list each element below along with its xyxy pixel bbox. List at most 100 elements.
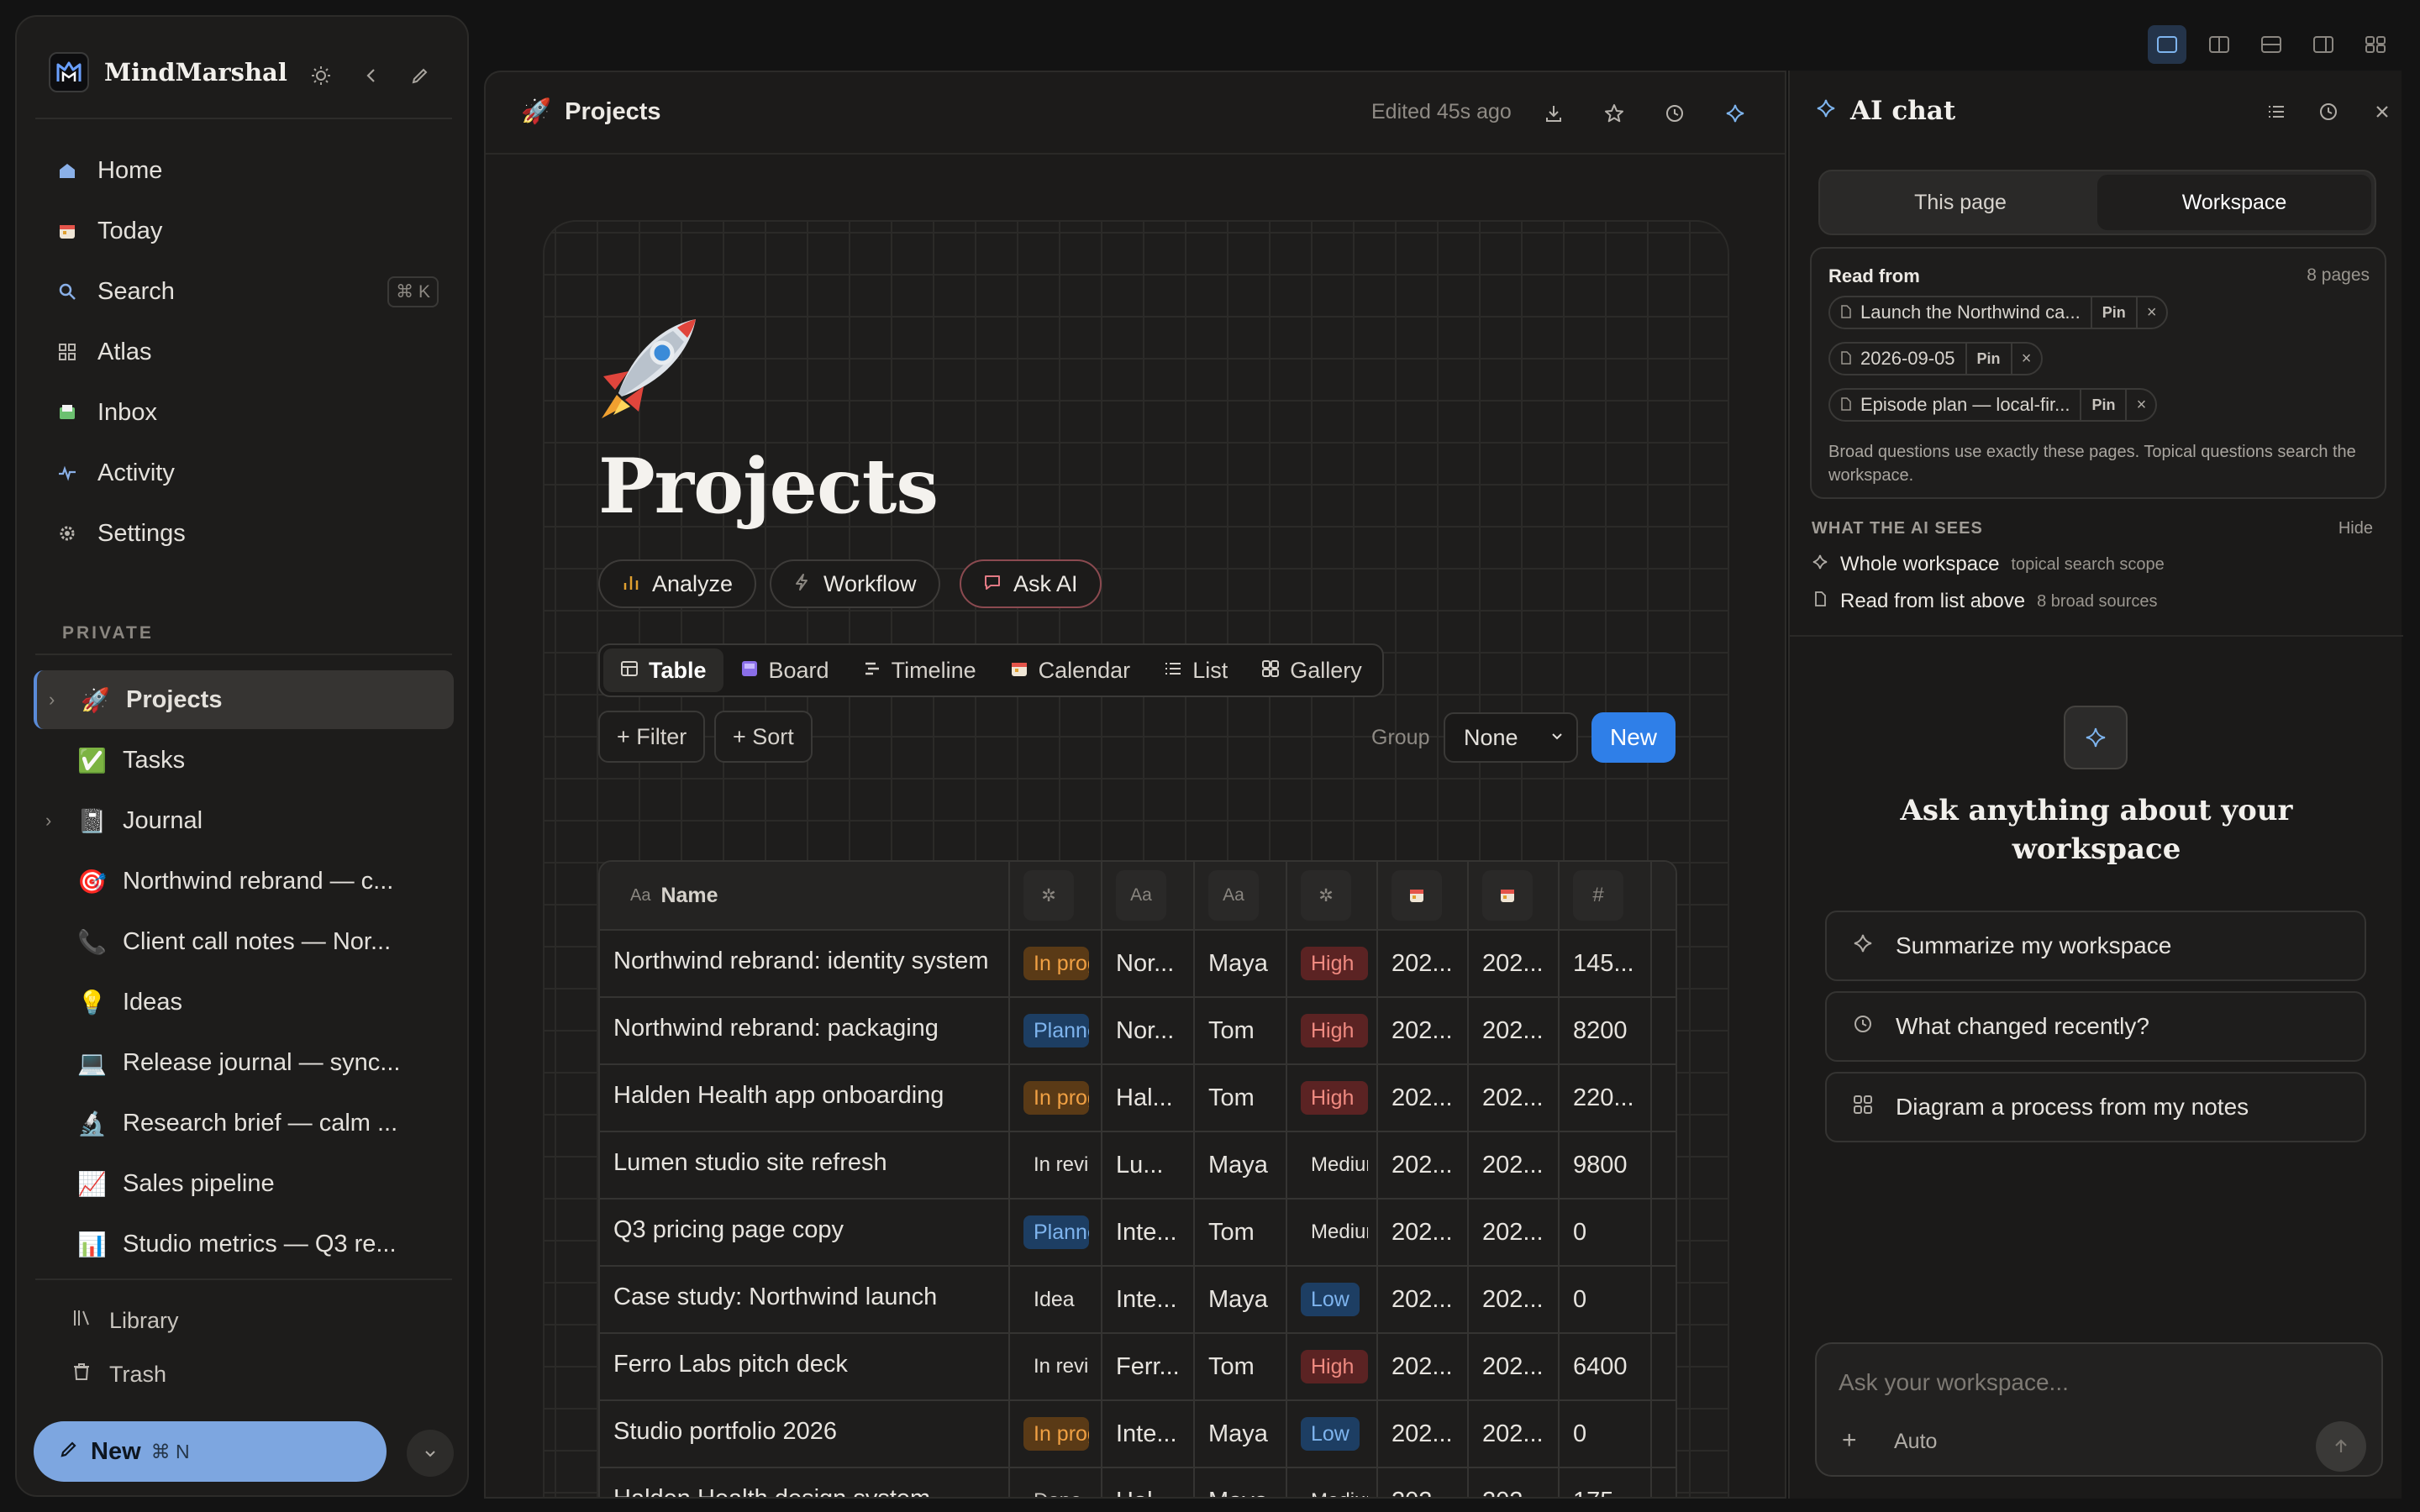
scope-this-page[interactable]: This page	[1823, 175, 2097, 230]
cell-owner[interactable]: Maya	[1195, 931, 1287, 996]
split-vertical-layout-icon[interactable]	[2200, 25, 2238, 64]
nav-today[interactable]: Today	[35, 205, 450, 257]
cell-budget[interactable]: 0	[1560, 1401, 1652, 1467]
cell-start-date[interactable]: 202...	[1378, 1065, 1469, 1131]
cell-name[interactable]: Halden Health design system	[600, 1468, 1010, 1497]
cell-name[interactable]: Lumen studio site refresh	[600, 1132, 1010, 1198]
hide-button[interactable]: Hide	[2338, 519, 2373, 538]
new-page-button[interactable]: New ⌘ N	[34, 1421, 387, 1482]
cell-name[interactable]: Northwind rebrand: packaging	[600, 998, 1010, 1063]
tab-table[interactable]: Table	[603, 648, 723, 692]
plus-icon[interactable]: +	[1842, 1426, 1857, 1455]
cell-start-date[interactable]: 202...	[1378, 931, 1469, 996]
star-icon[interactable]	[1597, 96, 1632, 131]
column-header-start[interactable]	[1378, 862, 1469, 929]
column-header-due[interactable]	[1469, 862, 1560, 929]
new-row-button[interactable]: New	[1591, 712, 1676, 763]
sidebar-page-item[interactable]: › 🚀 Projects	[34, 670, 454, 729]
tab-board[interactable]: Board	[723, 648, 846, 692]
cell-due-date[interactable]: 202...	[1469, 931, 1560, 996]
cell-priority[interactable]: Medium	[1287, 1200, 1378, 1265]
sidebar-page-item[interactable]: 🎯 Northwind rebrand — c...	[34, 852, 454, 911]
cell-due-date[interactable]: 202...	[1469, 1065, 1560, 1131]
cell-status[interactable]: In review	[1010, 1334, 1102, 1399]
cell-status[interactable]: In review	[1010, 1132, 1102, 1198]
cell-status[interactable]: Planned	[1010, 1200, 1102, 1265]
table-row[interactable]: Halden Health app onboarding In progress H…	[600, 1065, 1676, 1132]
cell-status[interactable]: In progress	[1010, 1065, 1102, 1131]
cell-due-date[interactable]: 202...	[1469, 1468, 1560, 1497]
new-options-chevron-down-icon[interactable]	[407, 1430, 454, 1477]
sidebar-page-item[interactable]: ✅ Tasks	[34, 731, 454, 790]
cell-owner[interactable]: Maya	[1195, 1468, 1287, 1497]
tab-calendar[interactable]: Calendar	[993, 648, 1148, 692]
workflow-button[interactable]: Workflow	[770, 559, 940, 608]
collapse-sidebar-icon[interactable]	[355, 59, 388, 92]
cell-priority[interactable]: High	[1287, 1065, 1378, 1131]
column-header-budget[interactable]: #	[1560, 862, 1652, 929]
breadcrumb[interactable]: 🚀 Projects	[521, 97, 661, 126]
ai-chat-input[interactable]: Ask your workspace... + Auto	[1815, 1342, 2383, 1477]
cell-priority[interactable]: Medium	[1287, 1468, 1378, 1497]
cell-client[interactable]: Lu...	[1102, 1132, 1195, 1198]
column-header-name[interactable]: Aa Name	[600, 862, 1010, 929]
cell-owner[interactable]: Tom	[1195, 998, 1287, 1063]
sort-button[interactable]: + Sort	[714, 711, 813, 763]
cell-priority[interactable]: High	[1287, 998, 1378, 1063]
sidebar-page-item[interactable]: › 📓 Journal	[34, 791, 454, 850]
expand-chevron-right-icon[interactable]: ›	[45, 810, 66, 832]
cell-owner[interactable]: Maya	[1195, 1401, 1287, 1467]
cell-client[interactable]: Nor...	[1102, 931, 1195, 996]
table-row[interactable]: Halden Health design system Done Hal...May…	[600, 1468, 1676, 1497]
pin-button[interactable]: Pin	[1965, 342, 2011, 375]
cell-client[interactable]: Ferr...	[1102, 1334, 1195, 1399]
analyze-button[interactable]: Analyze	[598, 559, 757, 608]
cell-name[interactable]: Halden Health app onboarding	[600, 1065, 1010, 1131]
cell-due-date[interactable]: 202...	[1469, 1200, 1560, 1265]
scope-workspace[interactable]: Workspace	[2097, 175, 2371, 230]
column-header-owner[interactable]: Aa	[1195, 862, 1287, 929]
nav-search[interactable]: Search ⌘ K	[35, 265, 450, 318]
suggestion-diagram[interactable]: Diagram a process from my notes	[1825, 1072, 2366, 1142]
nav-activity[interactable]: Activity	[35, 447, 450, 499]
column-header-status[interactable]: ✲	[1010, 862, 1102, 929]
cell-status[interactable]: Idea	[1010, 1267, 1102, 1332]
tab-timeline[interactable]: Timeline	[846, 648, 993, 692]
table-row[interactable]: Q3 pricing page copy Planned Inte...Tom Med…	[600, 1200, 1676, 1267]
nav-home[interactable]: Home	[35, 144, 450, 197]
history-icon[interactable]	[1657, 96, 1692, 131]
cell-name[interactable]: Ferro Labs pitch deck	[600, 1334, 1010, 1399]
suggestion-recent-changes[interactable]: What changed recently?	[1825, 991, 2366, 1062]
cell-status[interactable]: Planned	[1010, 998, 1102, 1063]
cell-owner[interactable]: Maya	[1195, 1267, 1287, 1332]
read-from-chip[interactable]: Launch the Northwind ca... Pin ×	[1828, 296, 2168, 329]
cell-status[interactable]: Done	[1010, 1468, 1102, 1497]
cell-client[interactable]: Inte...	[1102, 1267, 1195, 1332]
pin-button[interactable]: Pin	[2090, 296, 2136, 329]
compose-icon[interactable]	[403, 59, 437, 92]
cell-owner[interactable]: Tom	[1195, 1334, 1287, 1399]
cell-priority[interactable]: Medium	[1287, 1132, 1378, 1198]
cell-start-date[interactable]: 202...	[1378, 1267, 1469, 1332]
cell-start-date[interactable]: 202...	[1378, 1200, 1469, 1265]
sidebar-page-item[interactable]: 📊 Studio metrics — Q3 re...	[34, 1215, 454, 1273]
mode-selector[interactable]: Auto	[1894, 1430, 1937, 1454]
table-row[interactable]: Northwind rebrand: packaging Planned Nor..…	[600, 998, 1676, 1065]
cell-client[interactable]: Inte...	[1102, 1401, 1195, 1467]
expand-chevron-right-icon[interactable]: ›	[49, 689, 69, 711]
column-header-priority[interactable]: ✲	[1287, 862, 1378, 929]
sidebar-page-item[interactable]: 💡 Ideas	[34, 973, 454, 1032]
cell-start-date[interactable]: 202...	[1378, 1132, 1469, 1198]
cell-client[interactable]: Inte...	[1102, 1200, 1195, 1265]
column-header-client[interactable]: Aa	[1102, 862, 1195, 929]
cell-due-date[interactable]: 202...	[1469, 1267, 1560, 1332]
cell-budget[interactable]: 0	[1560, 1200, 1652, 1265]
cell-start-date[interactable]: 202...	[1378, 1468, 1469, 1497]
cell-priority[interactable]: Low	[1287, 1267, 1378, 1332]
cell-client[interactable]: Hal...	[1102, 1468, 1195, 1497]
cell-budget[interactable]: 6400	[1560, 1334, 1652, 1399]
nav-inbox[interactable]: Inbox	[35, 386, 450, 438]
table-row[interactable]: Ferro Labs pitch deck In review Ferr...Tom…	[600, 1334, 1676, 1401]
cell-status[interactable]: In progress	[1010, 1401, 1102, 1467]
cell-name[interactable]: Q3 pricing page copy	[600, 1200, 1010, 1265]
